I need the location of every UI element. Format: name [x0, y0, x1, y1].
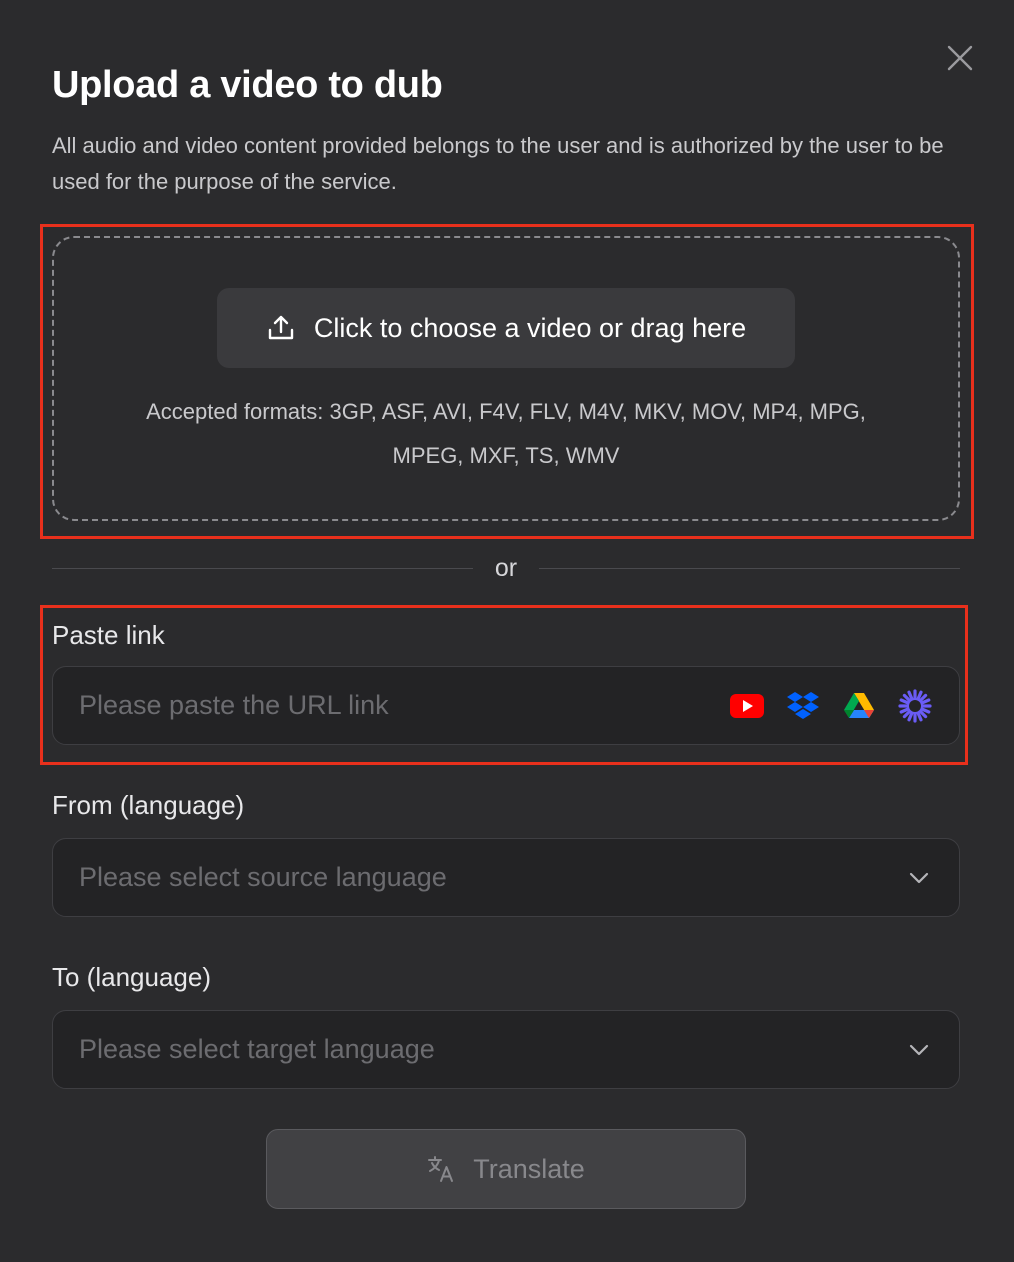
youtube-icon[interactable] [729, 688, 765, 724]
dropbox-icon[interactable] [785, 688, 821, 724]
or-text: or [494, 553, 518, 582]
chevron-down-icon [907, 866, 931, 890]
google-drive-icon[interactable] [841, 688, 877, 724]
paste-link-label: Paste link [52, 620, 165, 650]
divider-line-right [539, 567, 961, 569]
from-language-label: From (language) [52, 790, 245, 820]
paste-link-field [52, 666, 960, 745]
accepted-formats: Accepted formats: 3GP, ASF, AVI, F4V, FL… [146, 399, 866, 468]
to-language-label: To (language) [52, 962, 211, 992]
upload-dialog: Upload a video to dub All audio and vide… [0, 0, 1014, 1262]
upload-icon [268, 315, 294, 340]
translate-icon [428, 1156, 454, 1182]
service-icons [729, 688, 933, 724]
close-icon [947, 45, 973, 71]
translate-button[interactable]: Translate [266, 1129, 746, 1209]
chevron-down-icon [907, 1038, 931, 1062]
source-language-placeholder: Please select source language [79, 862, 447, 892]
dialog-title: Upload a video to dub [52, 64, 443, 106]
starburst-icon[interactable] [897, 688, 933, 724]
close-button[interactable] [940, 38, 980, 78]
translate-label: Translate [473, 1153, 585, 1184]
target-language-placeholder: Please select target language [79, 1034, 435, 1064]
or-divider: or [52, 548, 961, 588]
dialog-subtitle: All audio and video content provided bel… [52, 133, 944, 194]
choose-video-button[interactable]: Click to choose a video or drag here [217, 288, 795, 368]
target-language-select[interactable]: Please select target language [52, 1010, 960, 1089]
url-input[interactable] [79, 690, 729, 721]
upload-dropzone[interactable]: Click to choose a video or drag here Acc… [52, 236, 960, 521]
divider-line-left [52, 567, 473, 569]
source-language-select[interactable]: Please select source language [52, 838, 960, 917]
choose-video-label: Click to choose a video or drag here [313, 312, 747, 343]
